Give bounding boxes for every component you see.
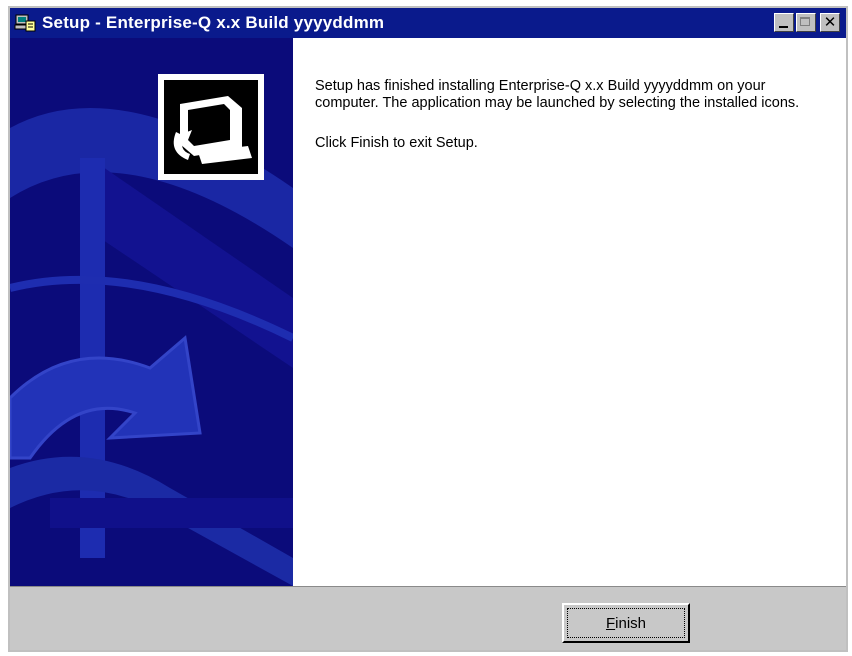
close-button[interactable]: ✕ [820,13,840,32]
setup-app-icon [14,14,36,32]
window-controls: ✕ [774,13,840,32]
title-bar[interactable]: Setup - Enterprise-Q x.x Build yyyyddmm … [10,8,846,38]
setup-window: Setup - Enterprise-Q x.x Build yyyyddmm … [8,6,848,652]
close-icon: ✕ [823,13,837,31]
minimize-button[interactable] [774,13,794,32]
message-instruction-text: Click Finish to exit Setup. [315,135,478,151]
window-title: Setup - Enterprise-Q x.x Build yyyyddmm [42,13,385,32]
finish-button-focus-ring: Finish [567,608,685,638]
computer-install-icon [158,74,264,180]
content-area: Setup has finished installing Enterprise… [293,38,846,586]
finish-mnemonic: F [605,614,616,632]
finish-label-rest: inish [615,614,647,632]
wizard-banner-image [10,38,293,586]
minimize-icon [775,14,793,31]
finish-button[interactable]: Finish [562,603,690,643]
completion-message: Setup has finished installing Enterprise… [315,78,827,175]
maximize-button[interactable] [796,13,816,32]
button-bar: Finish [10,586,846,650]
message-finished-text: Setup has finished installing Enterprise… [315,78,800,111]
maximize-icon [797,14,815,31]
